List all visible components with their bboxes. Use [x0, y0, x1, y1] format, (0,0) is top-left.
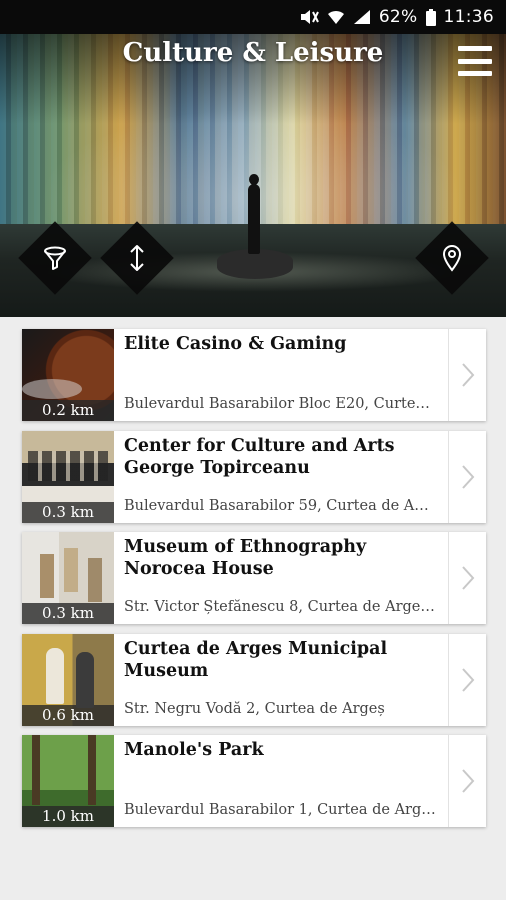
menu-button[interactable]	[458, 46, 492, 76]
place-name: Curtea de Arges Municipal Museum	[124, 638, 388, 681]
list-item[interactable]: 0.3 km Center for Culture and Arts Georg…	[22, 430, 486, 523]
battery-icon	[425, 8, 436, 26]
place-address: Bulevardul Basarabilor 59, Curtea de A…	[124, 497, 429, 514]
mute-icon	[299, 9, 319, 25]
place-thumbnail: 0.2 km	[22, 329, 114, 421]
map-pin-icon	[442, 245, 462, 272]
place-address: Str. Victor Ștefănescu 8, Curtea de Arge…	[124, 599, 435, 615]
sort-arrows-icon	[130, 245, 144, 271]
sort-button[interactable]	[100, 221, 174, 295]
places-list: 0.2 km Elite Casino & Gaming Bulevardul …	[22, 329, 486, 837]
chevron-right-icon[interactable]	[448, 532, 486, 624]
place-thumbnail: 1.0 km	[22, 735, 114, 827]
distance-badge: 0.3 km	[22, 501, 114, 523]
distance-badge: 0.2 km	[22, 400, 114, 421]
place-address: Str. Negru Vodă 2, Curtea de Argeș	[124, 700, 385, 717]
filter-icon	[44, 246, 66, 270]
battery-level: 62%	[378, 7, 418, 27]
hamburger-icon	[458, 46, 492, 51]
list-item[interactable]: 1.0 km Manole's Park Bulevardul Basarabi…	[22, 735, 486, 827]
list-item[interactable]: 0.3 km Museum of Ethnography Norocea Hou…	[22, 532, 486, 624]
chevron-right-icon[interactable]	[448, 329, 486, 421]
distance-badge: 0.6 km	[22, 704, 114, 726]
page-title: Culture & Leisure	[122, 38, 384, 68]
chevron-right-icon[interactable]	[448, 430, 486, 523]
distance-badge: 1.0 km	[22, 806, 114, 827]
place-thumbnail: 0.6 km	[22, 633, 114, 726]
map-button[interactable]	[415, 221, 489, 295]
clock: 11:36	[443, 7, 494, 27]
silhouette	[248, 174, 260, 254]
filter-button[interactable]	[18, 221, 92, 295]
signal-icon	[353, 9, 371, 25]
wifi-icon	[327, 9, 345, 25]
place-name: Manole's Park	[124, 740, 264, 760]
place-address: Bulevardul Basarabilor 1, Curtea de Arg…	[124, 802, 436, 818]
chevron-right-icon[interactable]	[448, 633, 486, 726]
place-thumbnail: 0.3 km	[22, 532, 114, 624]
distance-badge: 0.3 km	[22, 603, 114, 624]
list-item[interactable]: 0.6 km Curtea de Arges Municipal Museum …	[22, 633, 486, 726]
list-item[interactable]: 0.2 km Elite Casino & Gaming Bulevardul …	[22, 329, 486, 421]
place-thumbnail: 0.3 km	[22, 430, 114, 523]
place-address: Bulevardul Basarabilor Bloc E20, Curte…	[124, 396, 430, 412]
place-name: Museum of Ethnography Norocea House	[124, 537, 367, 579]
place-name: Center for Culture and Arts George Topir…	[124, 435, 395, 478]
status-bar: 62% 11:36	[0, 0, 506, 34]
chevron-right-icon[interactable]	[448, 735, 486, 827]
place-name: Elite Casino & Gaming	[124, 334, 347, 354]
